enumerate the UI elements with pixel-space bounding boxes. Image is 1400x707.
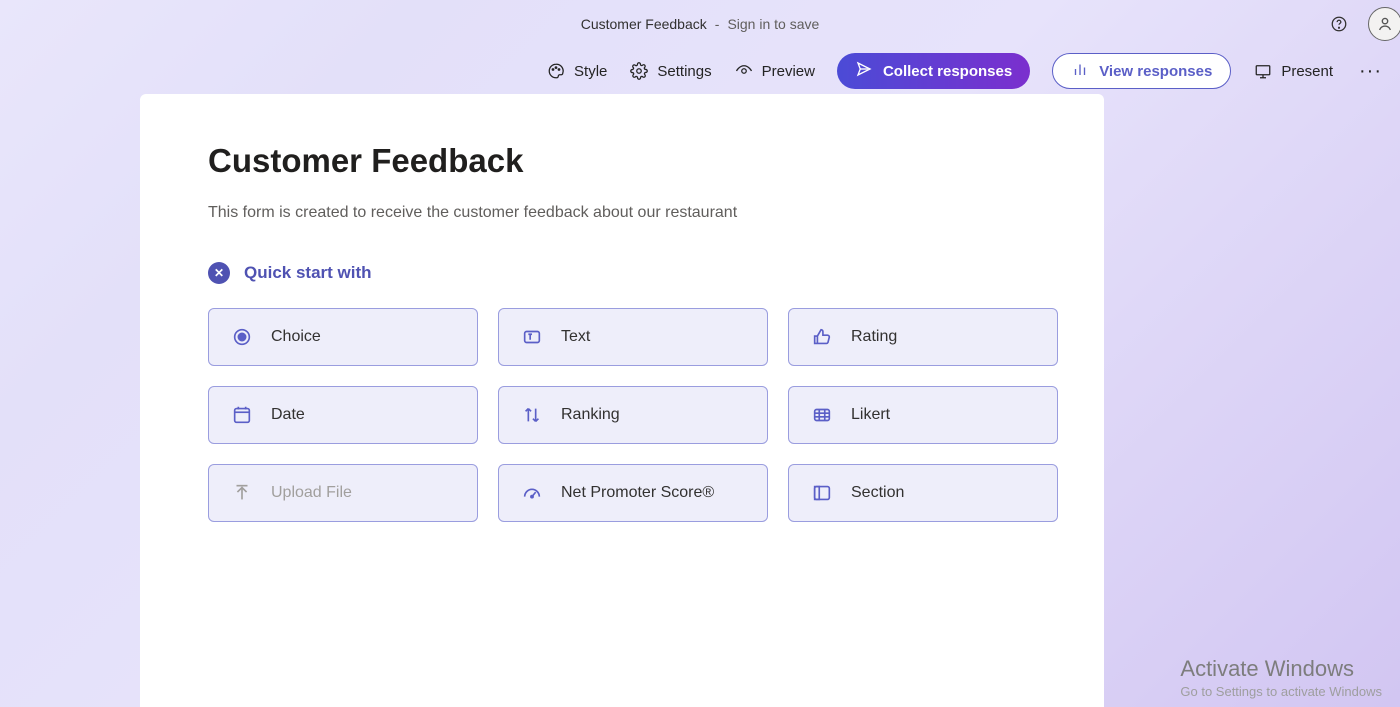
windows-activation-watermark: Activate Windows Go to Settings to activ… (1180, 656, 1382, 699)
question-type-section[interactable]: Section (788, 464, 1058, 522)
presentation-icon (1253, 61, 1273, 81)
question-type-nps[interactable]: Net Promoter Score® (498, 464, 768, 522)
more-icon: ··· (1359, 60, 1382, 82)
form-description[interactable]: This form is created to receive the cust… (208, 204, 1036, 222)
radio-icon (231, 326, 253, 348)
question-type-label: Net Promoter Score® (561, 484, 714, 502)
preview-label: Preview (762, 63, 815, 80)
form-title[interactable]: Customer Feedback (208, 142, 1036, 180)
more-button[interactable]: ··· (1355, 56, 1386, 87)
form-name: Customer Feedback (581, 16, 707, 32)
style-button[interactable]: Style (546, 61, 607, 81)
text-icon (521, 326, 543, 348)
quick-start-label: Quick start with (244, 263, 372, 283)
question-type-date[interactable]: Date (208, 386, 478, 444)
question-type-choice[interactable]: Choice (208, 308, 478, 366)
help-icon[interactable] (1328, 13, 1350, 35)
question-type-label: Rating (851, 328, 897, 346)
view-responses-button[interactable]: View responses (1052, 53, 1231, 89)
gauge-icon (521, 482, 543, 504)
quick-start-row: ✕ Quick start with (208, 262, 1036, 284)
send-icon (855, 60, 873, 82)
calendar-icon (231, 404, 253, 426)
present-label: Present (1281, 63, 1333, 80)
question-type-label: Likert (851, 406, 890, 424)
collect-responses-button[interactable]: Collect responses (837, 53, 1030, 89)
question-type-upload[interactable]: Upload File (208, 464, 478, 522)
question-type-text[interactable]: Text (498, 308, 768, 366)
grid-icon (811, 404, 833, 426)
question-type-label: Upload File (271, 484, 352, 502)
toolbar: Style Settings Preview Collect responses… (0, 48, 1400, 94)
quick-start-close-button[interactable]: ✕ (208, 262, 230, 284)
title-bar-right (1328, 0, 1390, 48)
question-type-label: Date (271, 406, 305, 424)
chart-icon (1071, 60, 1089, 82)
view-label: View responses (1099, 63, 1212, 80)
question-type-grid: Choice Text Rating Date Ranking (208, 308, 1036, 522)
eye-icon (734, 61, 754, 81)
question-type-label: Choice (271, 328, 321, 346)
gear-icon (629, 61, 649, 81)
preview-button[interactable]: Preview (734, 61, 815, 81)
watermark-subtitle: Go to Settings to activate Windows (1180, 684, 1382, 699)
style-label: Style (574, 63, 607, 80)
title-separator: - (715, 16, 720, 32)
form-card: Customer Feedback This form is created t… (140, 94, 1104, 707)
account-avatar[interactable] (1368, 7, 1400, 41)
question-type-label: Text (561, 328, 590, 346)
settings-button[interactable]: Settings (629, 61, 711, 81)
question-type-label: Ranking (561, 406, 620, 424)
section-icon (811, 482, 833, 504)
question-type-label: Section (851, 484, 904, 502)
thumbs-up-icon (811, 326, 833, 348)
title-bar: Customer Feedback - Sign in to save (0, 0, 1400, 48)
present-button[interactable]: Present (1253, 61, 1333, 81)
watermark-title: Activate Windows (1180, 656, 1382, 682)
question-type-rating[interactable]: Rating (788, 308, 1058, 366)
question-type-likert[interactable]: Likert (788, 386, 1058, 444)
settings-label: Settings (657, 63, 711, 80)
palette-icon (546, 61, 566, 81)
question-type-ranking[interactable]: Ranking (498, 386, 768, 444)
upload-icon (231, 482, 253, 504)
sort-icon (521, 404, 543, 426)
sign-in-to-save[interactable]: Sign in to save (727, 16, 819, 32)
collect-label: Collect responses (883, 63, 1012, 80)
close-icon: ✕ (214, 266, 224, 280)
